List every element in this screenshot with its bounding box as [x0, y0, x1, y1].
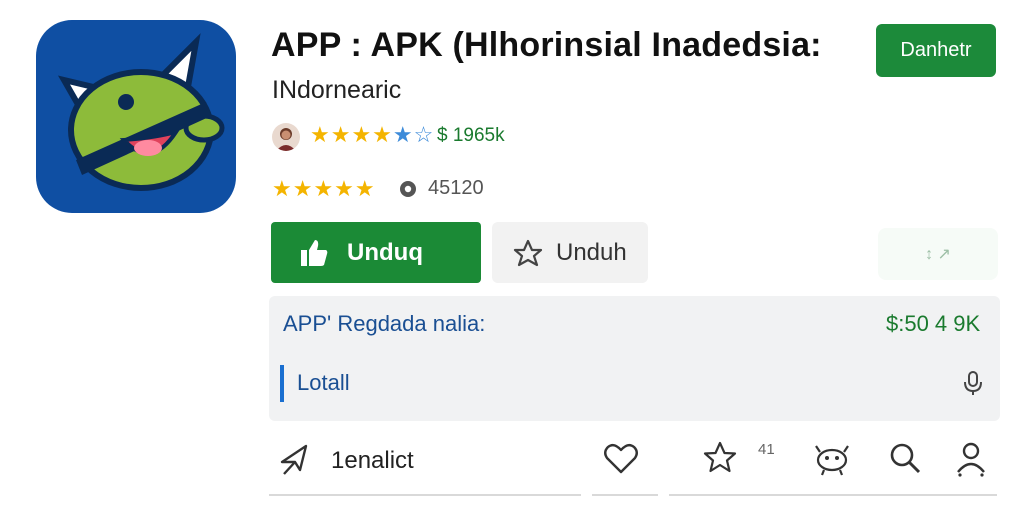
detail-link[interactable]: Lotall: [297, 370, 350, 396]
star-icon[interactable]: [700, 438, 740, 478]
download-button-label: Unduq: [347, 238, 423, 266]
info-label: APP' Regdada nalia:: [283, 311, 486, 336]
wishlist-button-label: Unduh: [556, 238, 627, 266]
developer-name[interactable]: INdornearic: [272, 76, 401, 105]
app-title: APP : APK (Hlhorinsial Inadedsia:: [271, 26, 822, 64]
download-count: 45120: [428, 177, 484, 199]
pin-icon[interactable]: [276, 440, 316, 480]
rating-stars: ★★★★★☆: [310, 122, 434, 148]
pet-icon[interactable]: [812, 438, 852, 478]
android-mascot-icon: [57, 33, 225, 191]
heart-icon[interactable]: [601, 438, 641, 478]
clock-icon: [398, 179, 418, 199]
search-icon[interactable]: [885, 438, 925, 478]
rating-stars-secondary: ★★★★★: [272, 176, 376, 201]
install-button[interactable]: Danhetr: [876, 24, 996, 77]
star-count: 41: [758, 441, 775, 458]
star-outline-icon: [513, 239, 543, 266]
download-button[interactable]: Unduq: [271, 222, 481, 283]
share-button[interactable]: ↕ ↗: [878, 228, 998, 280]
price-text: $ 1965k: [437, 125, 505, 146]
divider: [269, 494, 581, 496]
user-icon[interactable]: [951, 438, 991, 478]
star-icon: ★☆: [392, 122, 435, 147]
divider: [592, 494, 658, 496]
divider: [669, 494, 997, 496]
star-icon: ★★★★: [310, 122, 393, 147]
thumbs-up-icon: [301, 239, 328, 266]
avatar: [272, 123, 300, 151]
app-icon: [36, 20, 236, 213]
detail-accent-bar: [280, 365, 284, 402]
microphone-icon[interactable]: [961, 369, 985, 397]
wishlist-button[interactable]: Unduh: [492, 222, 648, 283]
bottom-nav-label[interactable]: 1enalict: [331, 447, 414, 475]
info-price: $:50 4 9K: [886, 311, 981, 336]
